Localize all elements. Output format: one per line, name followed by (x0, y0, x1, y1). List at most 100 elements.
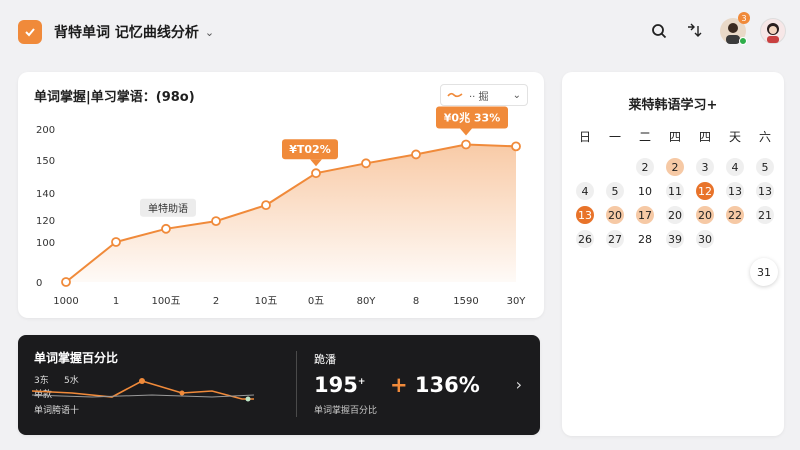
area-fill (66, 144, 516, 282)
calendar-weekday: 日 (578, 130, 591, 144)
data-point (511, 141, 521, 152)
x-tick-label: 80Y (357, 296, 377, 307)
data-point (361, 158, 371, 169)
data-point (261, 200, 271, 211)
calendar-day-number: 10 (638, 184, 652, 198)
calendar-weekday: 六 (758, 130, 771, 144)
calendar-day[interactable]: 20 (660, 204, 690, 226)
data-point (161, 223, 171, 234)
mini-trend-point (179, 390, 185, 396)
calendar-weekday: 四 (668, 130, 681, 144)
calendar-empty-cell (600, 156, 630, 178)
calendar-day-number: 11 (666, 182, 684, 200)
calendar-weekday: 一 (608, 130, 621, 144)
calendar-day-number: 13 (756, 182, 774, 200)
calendar-day-number: 21 (756, 206, 774, 224)
data-point (411, 149, 421, 160)
calendar-day-number: 28 (638, 232, 652, 246)
calendar-day-number: 4 (576, 182, 594, 200)
calendar-day[interactable]: 27 (600, 228, 630, 250)
calendar-day[interactable]: 13 (720, 180, 750, 202)
calendar-card: 莱特韩语学习+ 日一二四四天六 2 2 3 4 5 4 5 10 11 12 13 13 13 20 17 2… (562, 72, 784, 436)
y-tick-label: 150 (36, 156, 55, 167)
calendar-day[interactable]: 21 (750, 204, 780, 226)
mini-baseline-line (32, 394, 255, 398)
data-point (61, 277, 71, 287)
calendar-empty-cell (720, 228, 750, 250)
calendar-day[interactable]: 13 (570, 204, 600, 226)
x-tick-label: 8 (413, 296, 419, 307)
app-title[interactable]: 背特单词 记忆曲线分析 (54, 22, 199, 42)
calendar-title: 莱特韩语学习+ (628, 98, 718, 113)
calendar-day-number: 20 (666, 206, 684, 224)
calendar-day[interactable]: 17 (630, 204, 660, 226)
data-point (461, 139, 471, 150)
calendar-day[interactable]: 10 (630, 180, 660, 202)
stat-percent: + 136% (390, 373, 480, 397)
x-tick-label: 100五 (151, 296, 180, 307)
calendar-day[interactable]: 4 (570, 180, 600, 202)
y-tick-label: 140 (36, 189, 55, 200)
calendar-day[interactable]: 22 (720, 204, 750, 226)
calendar-day-number: 39 (666, 230, 684, 248)
calendar-day-number: 12 (696, 182, 714, 200)
calendar-day[interactable]: 2 (660, 156, 690, 178)
x-tick-label: 30Y (507, 296, 527, 307)
stat-title: 跪潘 (314, 353, 336, 366)
mastery-percent-card[interactable]: 单词掌握百分比 3东 5水 单款 单词胯语十 跪潘 195+ + 136% 单词… (18, 335, 540, 435)
profile-avatar[interactable] (760, 18, 786, 44)
calendar-day[interactable]: 11 (660, 180, 690, 202)
chevron-right-icon[interactable]: › (516, 375, 522, 394)
calendar-day[interactable]: 28 (630, 228, 660, 250)
data-point (311, 168, 321, 179)
x-tick-label: 2 (213, 296, 219, 307)
mini-trend-chart (32, 378, 255, 402)
calendar-day-number: 2 (666, 158, 684, 176)
stat-subtitle: 单词掌握百分比 (314, 406, 378, 416)
annotation-label: ¥T02% (289, 143, 331, 156)
top-actions: 3 (648, 12, 786, 45)
stat-number: 195+ (314, 373, 366, 397)
online-status-dot (739, 37, 747, 45)
calendar-weekdays: 日一二四四天六 (570, 128, 780, 145)
y-tick-label: 120 (36, 216, 55, 227)
calendar-day[interactable]: 5 (600, 180, 630, 202)
calendar-day[interactable]: 20 (600, 204, 630, 226)
divider (296, 351, 297, 417)
calendar-day[interactable]: 39 (660, 228, 690, 250)
calendar-day-31[interactable]: 31 (750, 258, 778, 286)
calendar-day-number: 22 (726, 206, 744, 224)
x-tick-label: 0五 (308, 296, 324, 307)
calendar-grid: 2 2 3 4 5 4 5 10 11 12 13 13 13 20 17 20 20 22 21 26 27 28 39 3… (570, 156, 780, 250)
calendar-day-number: 30 (696, 230, 714, 248)
calendar-day[interactable]: 13 (750, 180, 780, 202)
calendar-day[interactable]: 3 (690, 156, 720, 178)
annotation-label: 单特助语 (148, 202, 188, 215)
calendar-day[interactable]: 5 (750, 156, 780, 178)
calendar-day[interactable]: 12 (690, 180, 720, 202)
y-tick-label: 0 (36, 278, 42, 289)
calendar-day[interactable]: 20 (690, 204, 720, 226)
calendar-empty-cell (570, 156, 600, 178)
calendar-day-number: 5 (606, 182, 624, 200)
calendar-empty-cell (750, 228, 780, 250)
calendar-day-number: 20 (606, 206, 624, 224)
dark-card-title: 单词掌握百分比 (34, 351, 119, 365)
calendar-weekday: 四 (698, 130, 711, 144)
top-bar: 背特单词 记忆曲线分析 ⌄ 3 (0, 0, 800, 64)
x-tick-label: 1 (113, 296, 119, 307)
user-avatar[interactable]: 3 (720, 12, 750, 45)
calendar-day[interactable]: 30 (690, 228, 720, 250)
y-tick-label: 200 (36, 125, 55, 136)
calendar-day[interactable]: 4 (720, 156, 750, 178)
calendar-day[interactable]: 26 (570, 228, 600, 250)
calendar-day-number: 5 (756, 158, 774, 176)
tool-icon[interactable] (684, 20, 706, 42)
x-tick-label: 10五 (255, 296, 278, 307)
x-tick-label: 1590 (453, 296, 478, 307)
search-icon[interactable] (648, 20, 670, 42)
calendar-weekday: 二 (638, 130, 651, 144)
notification-badge: 3 (738, 12, 750, 24)
calendar-day[interactable]: 2 (630, 156, 660, 178)
chevron-down-icon[interactable]: ⌄ (205, 26, 214, 39)
